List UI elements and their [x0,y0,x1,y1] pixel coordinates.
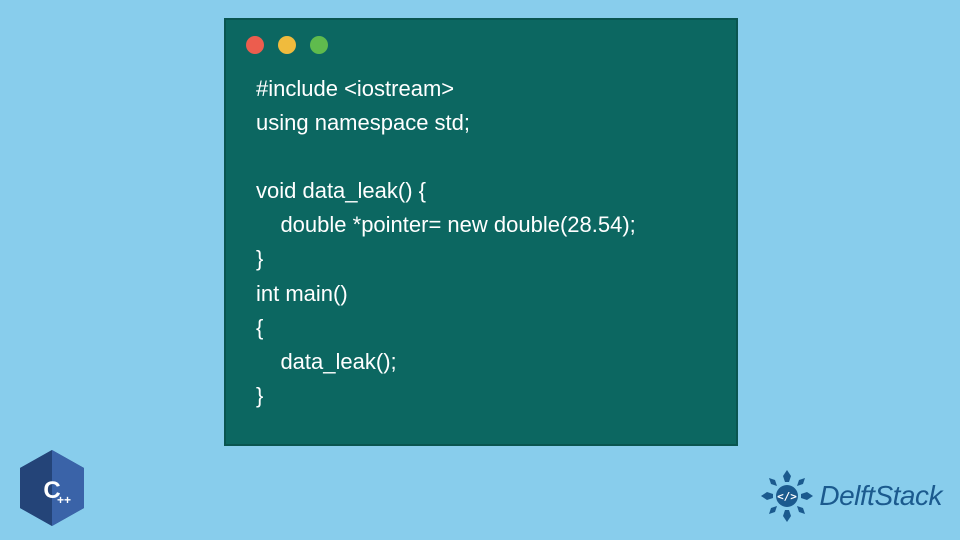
close-dot-icon [246,36,264,54]
cpp-badge-icon: C ++ [16,448,88,528]
window-controls [226,20,736,64]
cpp-plusplus: ++ [57,493,71,507]
code-content: #include <iostream> using namespace std;… [226,64,736,433]
minimize-dot-icon [278,36,296,54]
delftstack-icon: </> [759,468,815,524]
delftstack-brand-text: DelftStack [819,480,942,512]
maximize-dot-icon [310,36,328,54]
svg-text:</>: </> [777,490,797,503]
delftstack-logo: </> DelftStack [759,468,942,524]
code-window: #include <iostream> using namespace std;… [224,18,738,446]
